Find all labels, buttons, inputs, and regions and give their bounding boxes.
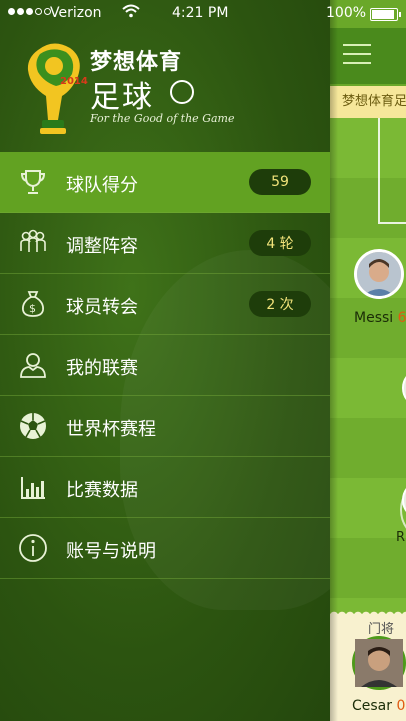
main-content: 梦想体育足 Messi 6 R 门将 Cesar 0 — [330, 0, 406, 721]
menu-item-match-data[interactable]: 比赛数据 — [0, 457, 330, 518]
menu-item-account-info[interactable]: 账号与说明 — [0, 518, 330, 579]
menu-item-adjust-lineup[interactable]: 调整阵容 4 轮 — [0, 213, 330, 274]
pitch-line — [378, 118, 380, 222]
goalkeeper-photo — [355, 639, 403, 687]
goalkeeper-avatar[interactable] — [352, 636, 406, 690]
battery-icon — [370, 8, 401, 21]
menu-item-world-cup-schedule[interactable]: 世界杯赛程 — [0, 396, 330, 457]
info-banner: 梦想体育足 — [330, 86, 406, 118]
menu-item-label: 世界杯赛程 — [66, 419, 156, 440]
menu-item-label: 我的联赛 — [66, 358, 138, 379]
goalkeeper-panel: 门将 Cesar 0 — [330, 608, 406, 721]
world-cup-logo-icon: 2014 — [27, 43, 88, 134]
menu-item-label: 球队得分 — [66, 175, 138, 196]
wifi-icon — [122, 4, 140, 22]
menu-item-label: 比赛数据 — [66, 480, 138, 501]
transfers-badge: 2 次 — [249, 291, 311, 317]
drawer-shadow — [330, 0, 338, 721]
goalkeeper-role-label: 门将 — [368, 622, 395, 637]
user-icon — [20, 353, 46, 378]
pitch: Messi 6 R — [330, 118, 406, 616]
player-name: Messi 6 — [354, 310, 406, 326]
menu-item-team-score[interactable]: 球队得分 59 — [0, 152, 330, 213]
status-bar: Verizon 4:21 PM 100% — [0, 0, 406, 28]
drawer-menu: 球队得分 59 调整阵容 4 轮 $ 球员转会 2 次 我的联赛 世界杯赛程 比… — [0, 152, 330, 579]
svg-text:2014: 2014 — [60, 76, 88, 87]
nav-bar — [330, 28, 406, 84]
bar-chart-icon — [21, 477, 45, 499]
pitch-line — [378, 222, 406, 224]
ball-mark-icon — [170, 80, 194, 104]
menu-item-label: 账号与说明 — [66, 541, 156, 562]
menu-item-label: 球员转会 — [66, 297, 138, 318]
soccer-ball-icon — [20, 413, 46, 439]
hamburger-menu-icon[interactable] — [343, 44, 371, 64]
player-avatar-partial[interactable] — [402, 368, 406, 408]
status-time: 4:21 PM — [172, 5, 229, 21]
player-name-partial: R — [396, 530, 406, 545]
money-bag-icon: $ — [22, 291, 44, 317]
menu-item-label: 调整阵容 — [66, 236, 138, 257]
brand-tagline: For the Good of the Game — [90, 112, 235, 125]
player-avatar[interactable] — [354, 249, 404, 299]
trophy-icon — [20, 170, 46, 194]
score-badge: 59 — [249, 169, 311, 195]
info-icon — [19, 534, 47, 562]
team-icon — [20, 229, 46, 252]
brand-subtitle: 足球 — [90, 80, 154, 115]
carrier-name: Verizon — [50, 5, 102, 21]
svg-text:$: $ — [29, 302, 36, 315]
rounds-badge: 4 轮 — [249, 230, 311, 256]
navigation-drawer: 2014 梦想体育 足球 For the Good of the Game 球队… — [0, 0, 330, 721]
goalkeeper-points: 0 — [396, 698, 406, 714]
menu-item-my-league[interactable]: 我的联赛 — [0, 335, 330, 396]
brand-header: 2014 梦想体育 足球 For the Good of the Game — [18, 40, 318, 140]
signal-strength-icon — [8, 8, 51, 15]
battery-percent: 100% — [326, 5, 367, 21]
menu-item-player-transfer[interactable]: $ 球员转会 2 次 — [0, 274, 330, 335]
player-photo — [357, 252, 401, 296]
goalkeeper-name: Cesar 0 — [352, 698, 406, 714]
player-points: 6 — [397, 310, 406, 326]
